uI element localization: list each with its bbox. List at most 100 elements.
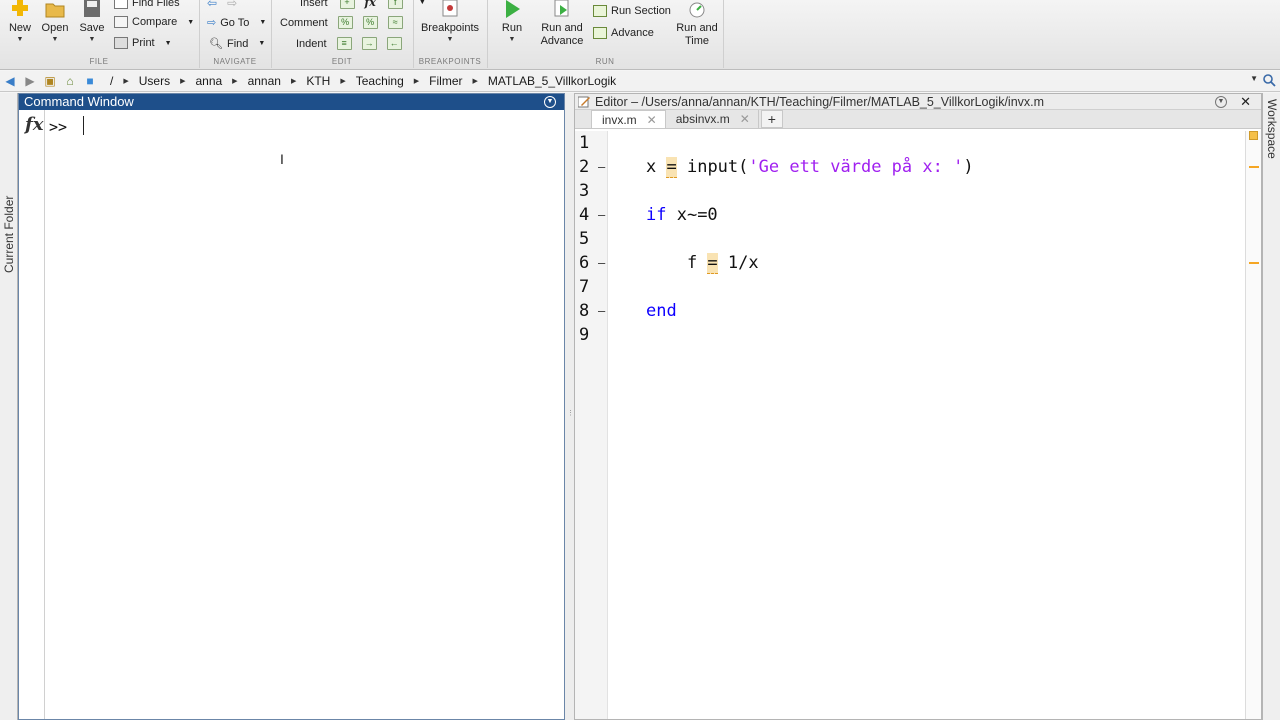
code-line[interactable]: 2– x = input('Ge ett värde på x: ') <box>575 155 1245 179</box>
code-line[interactable]: 5 <box>575 227 1245 251</box>
breadcrumb-separator-icon[interactable]: ▶ <box>232 77 237 85</box>
code-token: 1/x <box>717 253 759 273</box>
go-to-button[interactable]: ⇨ Go To ▼ <box>207 16 266 30</box>
tab-invx[interactable]: invx.m ✕ <box>591 110 666 128</box>
chevron-down-icon: ▼ <box>446 36 454 43</box>
section-label-navigate: NAVIGATE <box>213 57 257 66</box>
breadcrumb-separator-icon[interactable]: ▶ <box>472 77 477 85</box>
browse-folder-icon[interactable]: ⌂ <box>60 72 80 90</box>
indent-row[interactable]: Indent ≡ → ← <box>296 37 408 50</box>
breadcrumb-separator-icon[interactable]: ▶ <box>340 77 345 85</box>
back-forward-buttons[interactable]: ⇦ ⇨ <box>207 0 237 10</box>
compare-icon <box>114 16 128 28</box>
breakpoint-marker[interactable]: – <box>598 155 605 179</box>
insert-row[interactable]: Insert + fx f ▼ <box>300 0 426 9</box>
chevron-down-icon: ▼ <box>164 39 172 47</box>
code-line[interactable]: 9 <box>575 323 1245 347</box>
command-window-title: Command Window <box>24 94 134 109</box>
warning-indicator-icon[interactable] <box>1249 131 1258 140</box>
decrease-indent-icon: ← <box>386 37 402 50</box>
find-button[interactable]: 🔍︎ Find ▼ <box>209 37 266 51</box>
run-section-button[interactable]: Run Section <box>593 5 671 17</box>
breadcrumb-separator-icon[interactable]: ▶ <box>414 77 419 85</box>
command-window[interactable]: Command Window ▼ fx >> I <box>18 93 565 720</box>
run-and-advance-button[interactable]: Run and Advance <box>538 0 586 48</box>
current-folder-tab[interactable]: Current Folder <box>0 93 18 720</box>
breakpoint-marker[interactable]: – <box>598 299 605 323</box>
panel-splitter[interactable]: ⋮ <box>565 93 574 720</box>
breakpoint-marker[interactable]: – <box>598 251 605 275</box>
panel-actions-icon[interactable]: ▼ <box>544 96 556 108</box>
up-folder-icon[interactable]: ▣ <box>40 72 60 90</box>
save-button[interactable]: Save ▼ <box>78 0 106 44</box>
comment-row[interactable]: Comment % % ≈ <box>280 16 409 29</box>
warning-token: = <box>707 253 718 274</box>
code-text: f = 1/x <box>646 251 759 275</box>
print-button[interactable]: Print ▼ <box>114 37 172 49</box>
uncomment-icon: % <box>362 16 378 29</box>
breadcrumb-item[interactable]: / <box>110 74 113 88</box>
editor-window: Editor – /Users/anna/annan/KTH/Teaching/… <box>574 93 1262 720</box>
smart-indent-icon: ≡ <box>336 37 352 50</box>
code-area[interactable]: 1 2– x = input('Ge ett värde på x: ') 3 4– if… <box>575 131 1245 719</box>
line-number: 3 <box>579 181 590 201</box>
breadcrumb-item[interactable]: Users <box>139 74 170 88</box>
insert-fi-icon: f <box>387 0 403 9</box>
address-bar: ◀ ▶ ▣ ⌂ ■ / ▶ Users ▶ anna ▶ annan ▶ KTH ▶ Te… <box>0 71 1280 92</box>
breakpoints-icon <box>442 0 458 17</box>
code-line[interactable]: 6– f = 1/x <box>575 251 1245 275</box>
close-icon[interactable]: ✕ <box>1240 94 1251 110</box>
stopwatch-icon <box>689 2 705 18</box>
workspace-tab[interactable]: Workspace <box>1262 93 1280 720</box>
chevron-down-icon: ▼ <box>258 40 266 47</box>
code-line[interactable]: 7 <box>575 275 1245 299</box>
breadcrumb-separator-icon[interactable]: ▶ <box>291 77 296 85</box>
insert-icon: + <box>339 0 355 9</box>
address-dropdown-icon[interactable]: ▼ <box>1250 74 1258 83</box>
go-to-icon: ⇨ <box>207 17 217 29</box>
function-browser-icon[interactable]: fx <box>25 114 43 135</box>
code-line[interactable]: 3 <box>575 179 1245 203</box>
breadcrumb-item[interactable]: annan <box>248 74 281 88</box>
find-files-button[interactable]: Find Files <box>114 0 180 9</box>
command-window-title-bar: Command Window ▼ <box>19 94 564 110</box>
line-number: 4 <box>579 205 590 225</box>
section-label-file: FILE <box>89 57 109 66</box>
new-button[interactable]: New ▼ <box>6 0 34 44</box>
panel-actions-icon[interactable]: ▼ <box>1215 96 1227 108</box>
open-button[interactable]: Open ▼ <box>40 0 70 44</box>
warning-marker[interactable] <box>1249 166 1259 168</box>
run-and-time-button[interactable]: Run and Time <box>674 0 720 48</box>
breakpoints-button[interactable]: Breakpoints ▼ <box>418 0 482 44</box>
advance-button[interactable]: Advance <box>593 27 654 39</box>
back-icon[interactable]: ◀ <box>0 72 20 90</box>
search-icon[interactable] <box>1262 73 1276 87</box>
code-line[interactable]: 8– end <box>575 299 1245 323</box>
chevron-down-icon: ▼ <box>51 36 59 43</box>
find-files-icon <box>114 0 128 9</box>
breadcrumb-separator-icon[interactable]: ▶ <box>123 77 128 85</box>
breadcrumb-item[interactable]: anna <box>195 74 222 88</box>
close-tab-icon[interactable]: ✕ <box>647 111 657 129</box>
code-token: ) <box>963 157 974 177</box>
message-bar <box>1245 131 1261 719</box>
warning-marker[interactable] <box>1249 262 1259 264</box>
breadcrumb-item[interactable]: Teaching <box>356 74 404 88</box>
editor-title-bar: Editor – /Users/anna/annan/KTH/Teaching/… <box>575 94 1261 110</box>
breakpoint-marker[interactable]: – <box>598 203 605 227</box>
section-label-edit: EDIT <box>331 57 353 66</box>
breadcrumb-item[interactable]: MATLAB_5_VillkorLogik <box>488 74 616 88</box>
code-line[interactable]: 4– if x~=0 <box>575 203 1245 227</box>
new-tab-button[interactable]: + <box>760 110 783 128</box>
compare-button[interactable]: Compare ▼ <box>114 16 194 28</box>
breadcrumb-item[interactable]: KTH <box>306 74 330 88</box>
forward-icon[interactable]: ▶ <box>20 72 40 90</box>
tab-absinvx[interactable]: absinvx.m ✕ <box>666 110 759 128</box>
keyword-token: if <box>646 205 667 225</box>
breadcrumb-item[interactable]: Filmer <box>429 74 462 88</box>
close-tab-icon[interactable]: ✕ <box>740 110 750 128</box>
breadcrumb-separator-icon[interactable]: ▶ <box>180 77 185 85</box>
run-button[interactable]: Run ▼ <box>496 0 528 44</box>
code-line[interactable]: 1 <box>575 131 1245 155</box>
chevron-down-icon: ▼ <box>16 36 24 43</box>
